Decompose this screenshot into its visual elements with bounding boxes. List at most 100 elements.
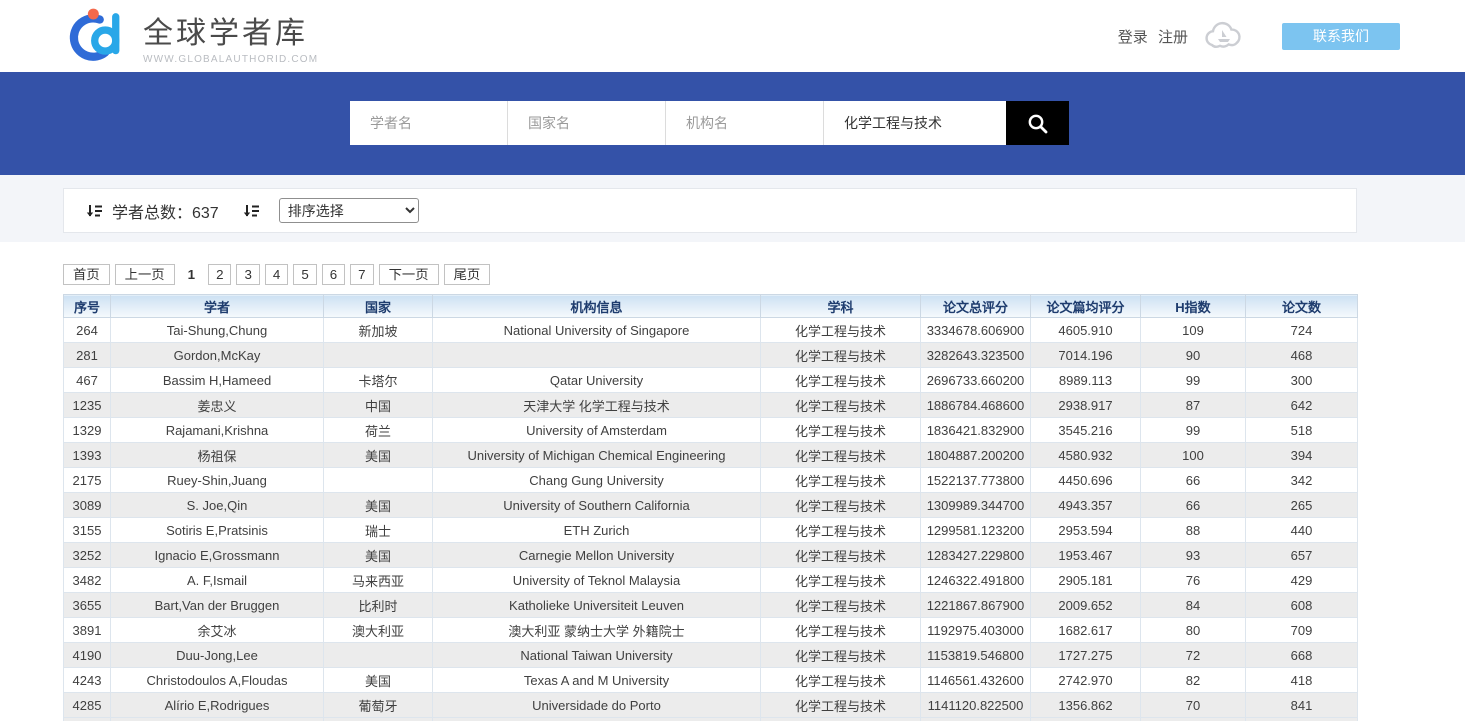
pagination-page-1[interactable]: 1 [180,264,203,285]
table-cell: 化学工程与技术 [761,393,921,418]
table-cell: 杨祖保 [111,443,324,468]
sort-icon [243,203,259,219]
search-button[interactable] [1006,101,1069,145]
pagination-page-2[interactable]: 2 [208,264,231,285]
table-cell: 化学工程与技术 [761,493,921,518]
table-row[interactable]: 4190Duu-Jong,LeeNational Taiwan Universi… [64,643,1358,668]
column-header: 国家 [324,295,433,318]
table-cell: 2953.594 [1031,518,1141,543]
toolbar-strip: 学者总数：637 排序选择 [0,175,1465,242]
table-cell: 70 [1141,693,1246,718]
table-cell [324,718,433,721]
table-cell: 1146561.432600 [921,668,1031,693]
table-row[interactable]: 281Gordon,McKay化学工程与技术3282643.3235007014… [64,343,1358,368]
table-cell: 99 [1141,418,1246,443]
table-row[interactable]: 2175Ruey-Shin,JuangChang Gung University… [64,468,1358,493]
table-cell: 2696733.660200 [921,368,1031,393]
table-header-row: 序号学者国家机构信息学科论文总评分论文篇均评分H指数论文数 [64,295,1358,318]
table-cell: 84 [1141,593,1246,618]
table-cell: 429 [1246,568,1358,593]
table-row[interactable]: 1329Rajamani,Krishna荷兰University of Amst… [64,418,1358,443]
table-cell: 93 [1141,543,1246,568]
pagination-first[interactable]: 首页 [63,264,110,285]
table-row[interactable]: 4285Alírio E,Rodrigues葡萄牙Universidade do… [64,693,1358,718]
institution-name-input[interactable] [666,101,824,145]
pagination: 首页 上一页 1234567 下一页 尾页 [63,264,1465,285]
table-cell: Carnegie Mellon University [433,543,761,568]
search-icon [1027,113,1048,134]
table-cell [1141,718,1246,721]
table-cell: 82 [1141,668,1246,693]
scholar-name-input[interactable] [350,101,508,145]
pagination-page-3[interactable]: 3 [236,264,259,285]
pagination-page-6[interactable]: 6 [322,264,345,285]
table-row[interactable]: 3252Ignacio E,Grossmann美国Carnegie Mellon… [64,543,1358,568]
pagination-prev[interactable]: 上一页 [115,264,175,285]
table-row[interactable]: 467Bassim H,Hameed卡塔尔Qatar University化学工… [64,368,1358,393]
pagination-page-4[interactable]: 4 [265,264,288,285]
scholar-table: 序号学者国家机构信息学科论文总评分论文篇均评分H指数论文数 264Tai-Shu… [63,294,1465,721]
table-cell [1246,718,1358,721]
table-cell: 1299581.123200 [921,518,1031,543]
table-cell: 3655 [64,593,111,618]
table-row[interactable]: 3891余艾冰澳大利亚澳大利亚 蒙纳士大学 外籍院士化学工程与技术1192975… [64,618,1358,643]
discipline-input[interactable] [824,101,1006,145]
sort-select[interactable]: 排序选择 [279,198,419,223]
table-cell: 化学工程与技术 [761,593,921,618]
table-cell: 美国 [324,493,433,518]
table-cell: Bassim H,Hameed [111,368,324,393]
table-cell: 1309989.344700 [921,493,1031,518]
table-cell: 1283427.229800 [921,543,1031,568]
table-cell: 440 [1246,518,1358,543]
table-cell: 281 [64,343,111,368]
table-row[interactable]: 1235姜忠义中国天津大学 化学工程与技术化学工程与技术1886784.4686… [64,393,1358,418]
table-cell: 709 [1246,618,1358,643]
pagination-page-7[interactable]: 7 [350,264,373,285]
table-row[interactable]: 3655Bart,Van der Bruggen比利时Katholieke Un… [64,593,1358,618]
scholar-total-count: 学者总数：637 [112,199,219,223]
cloud-icon[interactable] [1202,21,1246,51]
table-cell: 2175 [64,468,111,493]
table-cell: 608 [1246,593,1358,618]
table-cell: 化学工程与技术 [761,368,921,393]
pagination-next[interactable]: 下一页 [379,264,439,285]
sort-icon [86,203,102,219]
search-bar [350,101,1069,145]
table-cell: 3155 [64,518,111,543]
table-cell: 3252 [64,543,111,568]
country-name-input[interactable] [508,101,666,145]
column-header: 学者 [111,295,324,318]
login-link[interactable]: 登录 [1118,29,1148,46]
table-row[interactable]: 264Tai-Shung,Chung新加坡National University… [64,318,1358,343]
table-cell: 3282643.323500 [921,343,1031,368]
table-cell: 109 [1141,318,1246,343]
table-cell: 3891 [64,618,111,643]
table-row[interactable]: 4243Christodoulos A,Floudas美国Texas A and… [64,668,1358,693]
table-cell: 比利时 [324,593,433,618]
table-cell: 4285 [64,693,111,718]
table-cell: 1804887.200200 [921,443,1031,468]
table-cell: 美国 [324,443,433,468]
table-cell: 澳大利亚 蒙纳士大学 外籍院士 [433,618,761,643]
table-cell: 化学工程与技术 [761,468,921,493]
table-row[interactable]: 3089S. Joe,Qin美国University of Southern C… [64,493,1358,518]
table-cell: University of Teknol Malaysia [433,568,761,593]
contact-us-button[interactable]: 联系我们 [1282,23,1400,50]
site-logo[interactable]: 全球学者库 WWW.GLOBALAUTHORID.COM [65,7,318,65]
table-cell: 化学工程与技术 [761,568,921,593]
table-cell: 3334678.606900 [921,318,1031,343]
column-header: H指数 [1141,295,1246,318]
table-row[interactable]: 3482A. F,Ismail马来西亚University of Teknol … [64,568,1358,593]
table-row[interactable]: 1393杨祖保美国University of Michigan Chemical… [64,443,1358,468]
table-cell: 瑞士 [324,518,433,543]
table-cell: 中国 [324,393,433,418]
table-cell: 姜忠义 [111,393,324,418]
register-link[interactable]: 注册 [1158,29,1188,46]
pagination-page-5[interactable]: 5 [293,264,316,285]
table-cell: 418 [1246,668,1358,693]
table-cell: 4243 [64,668,111,693]
pagination-last[interactable]: 尾页 [444,264,491,285]
table-row[interactable]: 3155Sotiris E,Pratsinis瑞士ETH Zurich化学工程与… [64,518,1358,543]
table-cell: 668 [1246,643,1358,668]
table-cell: 化学工程与技术 [761,343,921,368]
